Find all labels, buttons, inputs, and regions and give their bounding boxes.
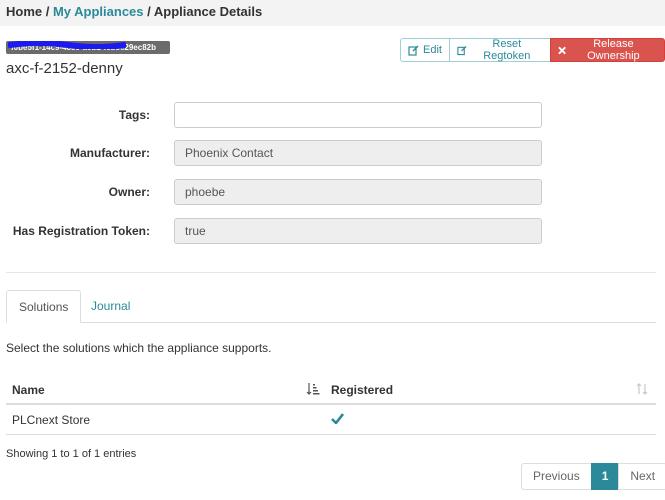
- edit-icon: [408, 45, 419, 56]
- redaction-scribble: [8, 41, 126, 49]
- edit-button[interactable]: Edit: [400, 38, 450, 62]
- form-row-manufacturer: Manufacturer: Phoenix Contact: [0, 140, 665, 166]
- table-row[interactable]: PLCnext Store: [6, 405, 656, 435]
- owner-field: phoebe: [174, 179, 542, 205]
- tab-solutions[interactable]: Solutions: [6, 290, 82, 323]
- form-row-has-token: Has Registration Token: true: [0, 218, 665, 244]
- checkmark-icon: [331, 413, 344, 424]
- solution-name: PLCnext Store: [12, 413, 91, 427]
- release-ownership-button[interactable]: Release Ownership: [549, 38, 665, 62]
- action-buttons: Edit Reset Regtoken Release Ownership: [400, 38, 665, 62]
- tab-bar: Solutions Journal: [6, 290, 656, 323]
- reset-regtoken-button[interactable]: Reset Regtoken: [448, 38, 551, 62]
- breadcrumb-home[interactable]: Home: [6, 4, 42, 19]
- solutions-description: Select the solutions which the appliance…: [6, 341, 272, 355]
- appliance-title: axc-f-2152-denny: [6, 60, 123, 77]
- table-info: Showing 1 to 1 of 1 entries: [6, 448, 137, 460]
- owner-label: Owner:: [108, 185, 150, 199]
- tags-label: Tags:: [118, 108, 150, 122]
- column-header-name[interactable]: Name: [12, 383, 45, 397]
- form-row-tags: Tags:: [0, 102, 665, 128]
- table-header: Name Registered: [6, 376, 656, 405]
- solutions-table: Name Registered PLCnext Store: [6, 376, 656, 435]
- next-page-button[interactable]: Next: [618, 463, 665, 490]
- form-row-owner: Owner: phoebe: [0, 179, 665, 205]
- pagination: Previous 1 Next: [521, 463, 665, 490]
- section-divider: [6, 272, 656, 273]
- close-icon: [557, 46, 566, 54]
- breadcrumb: Home / My Appliances / Appliance Details: [0, 0, 665, 26]
- has-token-field: true: [174, 218, 542, 244]
- has-token-label: Has Registration Token:: [12, 224, 150, 238]
- breadcrumb-my-appliances[interactable]: My Appliances: [53, 4, 144, 19]
- page-1-button[interactable]: 1: [590, 463, 620, 490]
- tab-journal[interactable]: Journal: [79, 290, 142, 323]
- sort-both-icon[interactable]: [636, 382, 648, 396]
- edit-icon: [457, 45, 467, 55]
- tags-input[interactable]: [174, 102, 542, 128]
- breadcrumb-current: Appliance Details: [153, 4, 263, 19]
- sort-ascending-icon[interactable]: [306, 382, 320, 396]
- previous-page-button[interactable]: Previous: [521, 463, 592, 490]
- manufacturer-label: Manufacturer:: [69, 146, 150, 160]
- manufacturer-field: Phoenix Contact: [174, 140, 542, 166]
- column-header-registered[interactable]: Registered: [331, 383, 393, 397]
